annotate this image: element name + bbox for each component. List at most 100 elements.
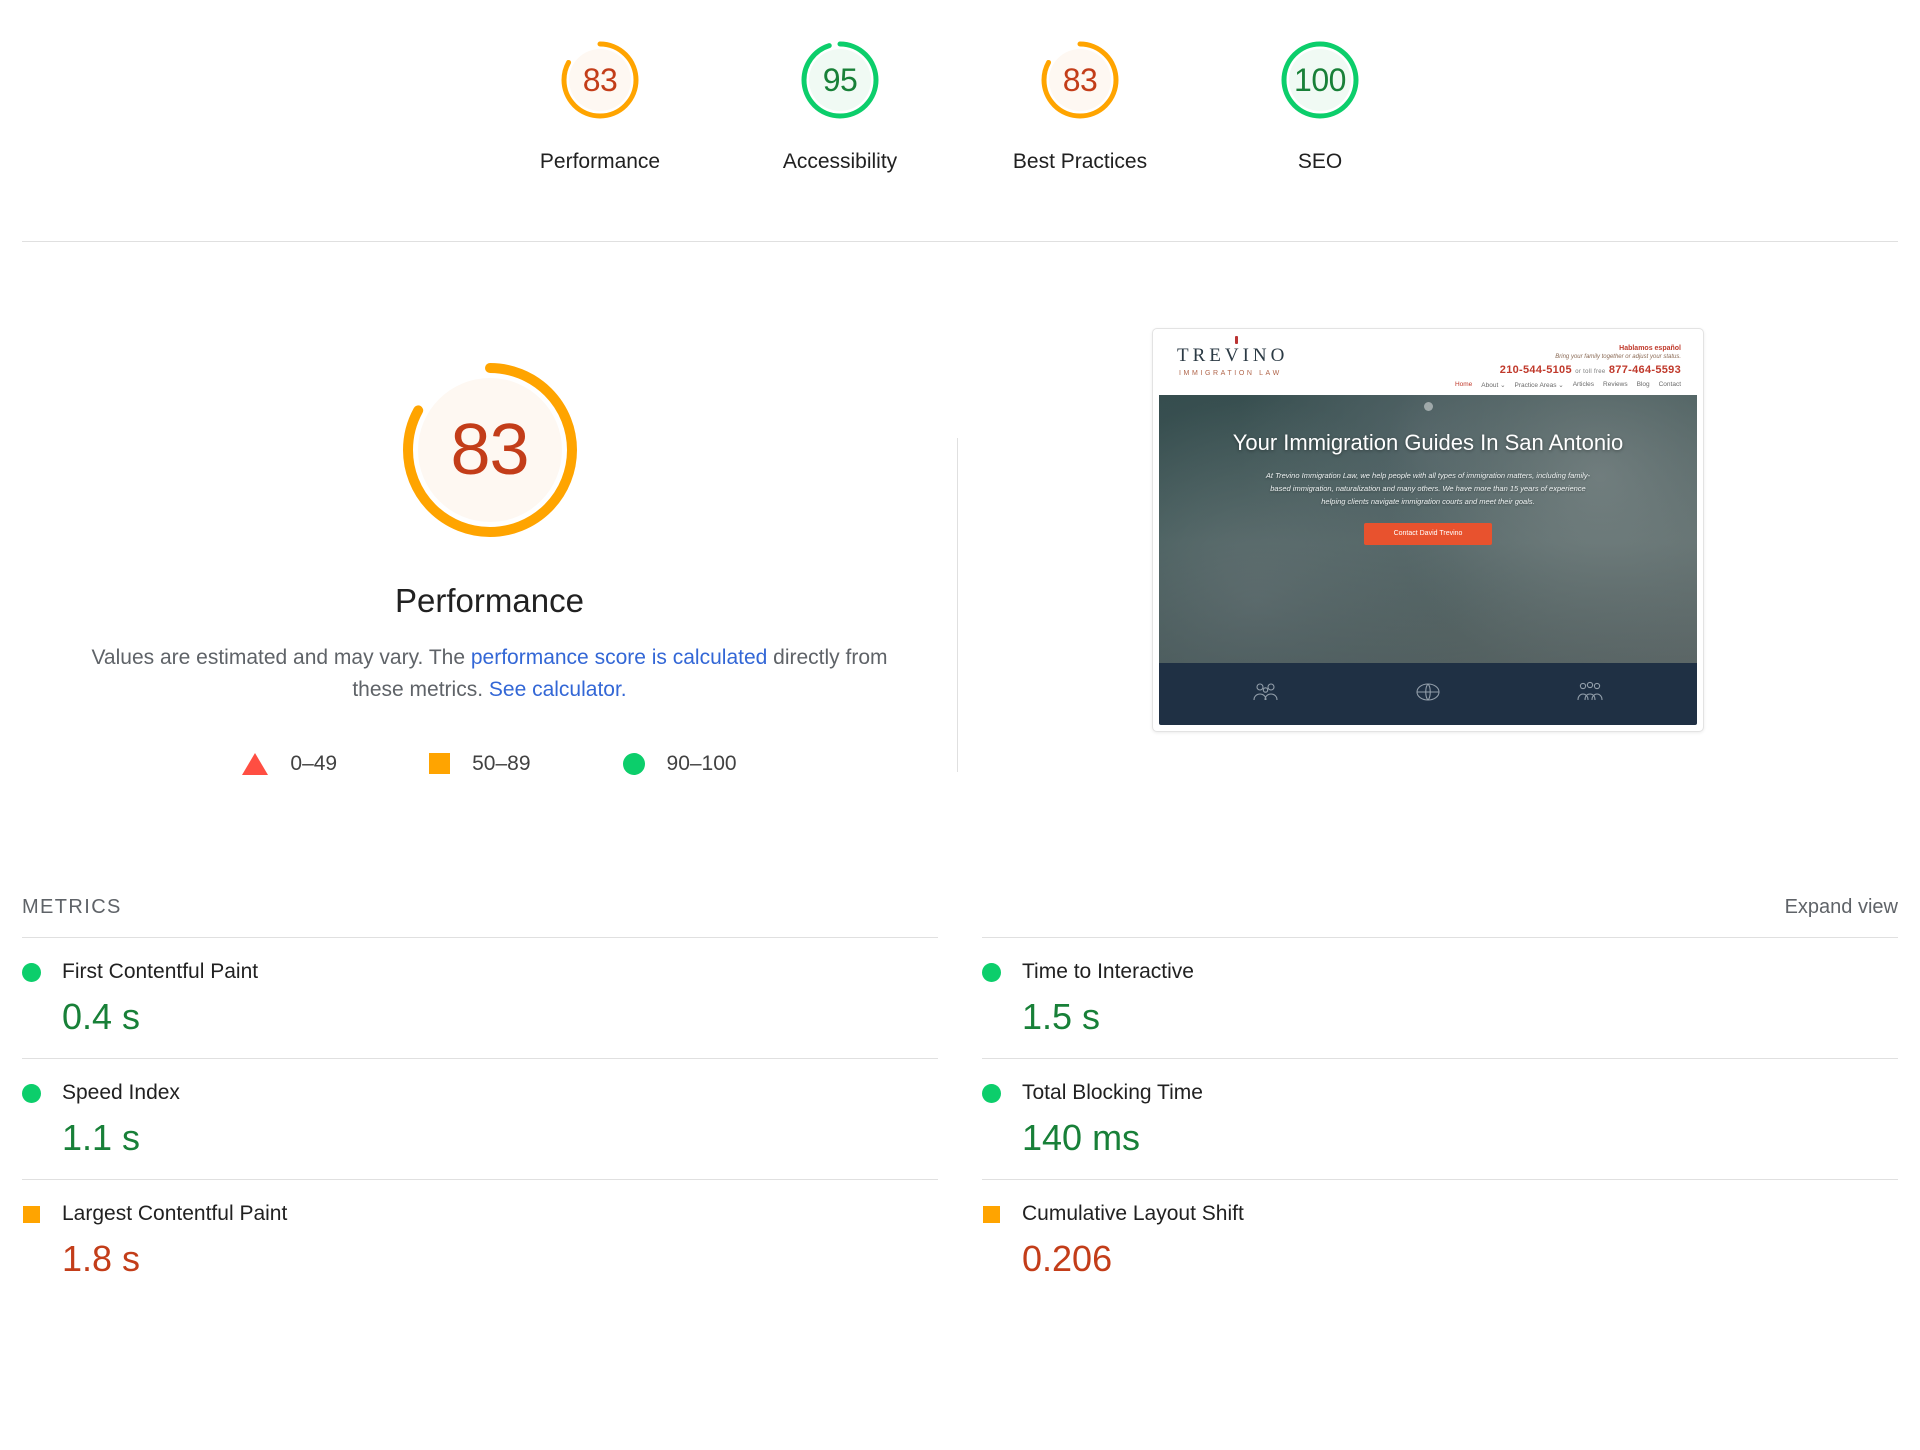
score-gauge-performance[interactable]: 83 Performance (480, 36, 720, 174)
family-icon (1251, 680, 1281, 709)
thumbnail-logo: TREVINO (1177, 336, 1289, 367)
thumbnail-phone-tollfree: 877-464-5593 (1608, 364, 1681, 376)
metric-value: 1.5 s (1022, 996, 1101, 1037)
metric-value: 0.206 (1022, 1238, 1113, 1279)
thumbnail-nav-item-home: Home (1454, 381, 1473, 388)
score-label-best-practices: Best Practices (1012, 150, 1148, 173)
metric-name: Cumulative Layout Shift (1022, 1202, 1244, 1225)
desc-text-1: Values are estimated and may vary. The (91, 646, 471, 669)
thumbnail-logo-block: TREVINO IMMIGRATION LAW (1171, 336, 1289, 377)
score-legend: 0–49 50–89 90–100 (242, 751, 737, 776)
circle-icon (982, 1083, 1001, 1103)
thumbnail-nav-item-about: About ⌄ (1481, 382, 1506, 389)
gauge-accessibility-value: 95 (822, 61, 858, 98)
metric-row: Total Blocking Time (982, 1081, 1898, 1105)
gauge-seo-value: 100 (1294, 61, 1346, 98)
thumbnail-phone-primary: 210-544-5105 (1499, 364, 1572, 376)
thumbnail-site-header: TREVINO IMMIGRATION LAW Hablamos español… (1159, 335, 1697, 395)
see-calculator-link[interactable]: See calculator. (489, 678, 627, 701)
metric-value: 140 ms (1022, 1117, 1141, 1158)
square-icon (983, 1205, 1000, 1223)
expand-view-button[interactable]: Expand view (1785, 896, 1898, 919)
gauge-accessibility: 95 (796, 36, 884, 124)
thumbnail-inner: TREVINO IMMIGRATION LAW Hablamos español… (1159, 335, 1697, 725)
metric-name: Largest Contentful Paint (62, 1202, 288, 1225)
metric-name: Speed Index (62, 1081, 180, 1104)
thumbnail-hero-title: Your Immigration Guides In San Antonio (1232, 430, 1624, 455)
lighthouse-report: 83 Performance 95 Accessibility 83 Best … (0, 0, 1920, 1450)
metric-cumulative-layout-shift[interactable]: Cumulative Layout Shift 0.206 (982, 1179, 1898, 1300)
thumbnail-nav-item-blog: Blog (1636, 381, 1650, 388)
performance-summary: 83 Performance Values are estimated and … (22, 328, 957, 776)
thumbnail-hero-paragraph: At Trevino Immigration Law, we help peop… (1265, 471, 1591, 507)
performance-description: Values are estimated and may vary. The p… (90, 642, 890, 706)
gauge-performance-large-value: 83 (450, 410, 529, 490)
metric-name: First Contentful Paint (62, 960, 259, 983)
triangle-icon (242, 752, 269, 775)
thumbnail-hero: Your Immigration Guides In San Antonio A… (1159, 395, 1697, 663)
thumbnail-nav-item-contact: Contact (1658, 381, 1681, 388)
square-icon (23, 1205, 40, 1223)
metric-time-to-interactive[interactable]: Time to Interactive 1.5 s (982, 937, 1898, 1058)
thumbnail-nav-item-practice-areas: Practice Areas ⌄ (1514, 382, 1564, 389)
thumbnail-logo-text: TREVINO (1177, 345, 1289, 366)
thumbnail-nav: Home About ⌄ Practice Areas ⌄ Articles R… (1455, 381, 1681, 389)
thumbnail-logo-subtitle: IMMIGRATION LAW (1179, 370, 1282, 377)
metrics-grid: First Contentful Paint 0.4 s Time to Int… (0, 937, 1920, 1300)
circle-icon (622, 752, 645, 775)
score-label-performance: Performance (539, 150, 661, 173)
thumbnail-phones: 210-544-5105 or toll free 877-464-5593 (1455, 364, 1681, 376)
square-icon (429, 753, 451, 775)
circle-icon (22, 962, 41, 982)
legend-label-pass: 90–100 (666, 751, 737, 775)
legend-item-average: 50–89 (429, 751, 531, 776)
thumbnail-hero-content: Your Immigration Guides In San Antonio A… (1159, 395, 1697, 545)
thumbnail-contact-block: Hablamos español Bring your family toget… (1455, 345, 1685, 389)
metric-value: 0.4 s (62, 996, 141, 1037)
globe-icon (1413, 680, 1443, 709)
score-label-accessibility: Accessibility (782, 150, 898, 173)
site-screenshot-thumbnail[interactable]: TREVINO IMMIGRATION LAW Hablamos español… (1152, 328, 1704, 732)
score-gauge-accessibility[interactable]: 95 Accessibility (720, 36, 960, 174)
metric-row: First Contentful Paint (22, 960, 938, 984)
thumbnail-hablamos: Hablamos español (1619, 345, 1681, 352)
site-screenshot-panel: TREVINO IMMIGRATION LAW Hablamos español… (958, 328, 1898, 732)
thumbnail-cta-button: Contact David Trevino (1364, 522, 1492, 545)
thumbnail-tagline: Bring your family together or adjust you… (1555, 354, 1681, 360)
metric-row: Largest Contentful Paint (22, 1202, 938, 1226)
circle-icon (982, 962, 1001, 982)
metric-name: Time to Interactive (1022, 960, 1194, 983)
metric-name: Total Blocking Time (1022, 1081, 1203, 1104)
gauge-best-practices: 83 (1036, 36, 1124, 124)
score-summary-strip: 83 Performance 95 Accessibility 83 Best … (22, 0, 1898, 242)
score-label-seo: SEO (1297, 150, 1343, 173)
circle-icon (22, 1083, 41, 1103)
performance-score-link[interactable]: performance score is calculated (471, 646, 767, 669)
legend-label-average: 50–89 (472, 751, 531, 775)
gauge-performance: 83 (556, 36, 644, 124)
performance-detail-block: 83 Performance Values are estimated and … (0, 242, 1920, 882)
legend-item-pass: 90–100 (622, 751, 737, 776)
metrics-header: METRICS Expand view (0, 896, 1920, 919)
metric-first-contentful-paint[interactable]: First Contentful Paint 0.4 s (22, 937, 938, 1058)
gauge-performance-large: 83 (390, 350, 590, 550)
thumbnail-tollfree-label: or toll free (1575, 369, 1606, 375)
page-title: Performance (395, 582, 584, 619)
thumbnail-nav-item-reviews: Reviews (1603, 381, 1628, 388)
gauge-performance-value: 83 (582, 61, 618, 98)
legend-item-fail: 0–49 (242, 752, 337, 776)
score-gauge-best-practices[interactable]: 83 Best Practices (960, 36, 1200, 174)
thumbnail-footer-bar (1159, 663, 1697, 725)
metrics-section-title: METRICS (22, 896, 122, 918)
metric-row: Speed Index (22, 1081, 938, 1105)
metric-total-blocking-time[interactable]: Total Blocking Time 140 ms (982, 1058, 1898, 1179)
metric-value: 1.1 s (62, 1117, 141, 1158)
score-gauge-seo[interactable]: 100 SEO (1200, 36, 1440, 174)
metric-speed-index[interactable]: Speed Index 1.1 s (22, 1058, 938, 1179)
thumbnail-nav-item-articles: Articles (1572, 381, 1595, 388)
metric-row: Time to Interactive (982, 960, 1898, 984)
gauge-seo: 100 (1276, 36, 1364, 124)
gauge-best-practices-value: 83 (1062, 61, 1098, 98)
metric-largest-contentful-paint[interactable]: Largest Contentful Paint 1.8 s (22, 1179, 938, 1300)
people-group-icon (1575, 680, 1605, 709)
